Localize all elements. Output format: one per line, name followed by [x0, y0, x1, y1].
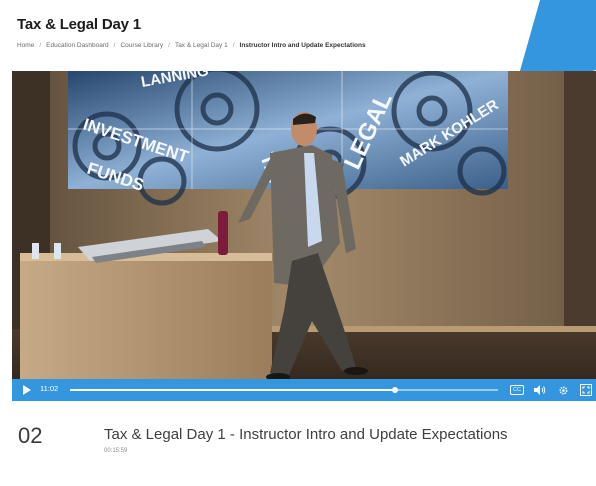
breadcrumb-separator: / — [232, 42, 235, 49]
settings-icon — [558, 385, 568, 395]
breadcrumb-education-dashboard[interactable]: Education Dashboard — [46, 42, 109, 49]
breadcrumb-home[interactable]: Home — [17, 42, 34, 49]
breadcrumb-separator: / — [39, 42, 42, 49]
breadcrumb-separator: / — [113, 42, 116, 49]
video-controls-bar: 11:02 CC — [12, 379, 596, 401]
play-icon — [22, 385, 31, 395]
cc-icon: CC — [510, 385, 524, 395]
settings-button[interactable] — [555, 379, 571, 401]
breadcrumb-course[interactable]: Tax & Legal Day 1 — [175, 42, 228, 49]
volume-button[interactable] — [531, 379, 549, 401]
lesson-title[interactable]: Tax & Legal Day 1 - Instructor Intro and… — [104, 426, 508, 443]
captions-button[interactable]: CC — [506, 379, 528, 401]
progress-bar[interactable] — [70, 387, 498, 393]
fullscreen-button[interactable] — [577, 379, 595, 401]
progress-fill — [70, 389, 396, 391]
video-frame: LANNING INVESTMENT TAX LEGAL MARK KOHLER… — [12, 71, 596, 401]
breadcrumb: Home / Education Dashboard / Course Libr… — [17, 42, 366, 49]
play-button[interactable] — [17, 379, 35, 401]
breadcrumb-separator: / — [168, 42, 170, 49]
lesson-number: 02 — [18, 423, 43, 448]
page-title: Tax & Legal Day 1 — [17, 16, 141, 33]
fullscreen-icon — [580, 384, 592, 396]
video-player[interactable]: LANNING INVESTMENT TAX LEGAL MARK KOHLER… — [12, 71, 596, 401]
volume-icon — [534, 385, 546, 395]
breadcrumb-course-library[interactable]: Course Library — [120, 42, 163, 49]
progress-handle[interactable] — [392, 387, 399, 393]
current-time: 11:02 — [40, 384, 59, 393]
lesson-duration: 00:15:59 — [104, 448, 128, 454]
breadcrumb-current-lesson: Instructor Intro and Update Expectations — [239, 42, 366, 49]
